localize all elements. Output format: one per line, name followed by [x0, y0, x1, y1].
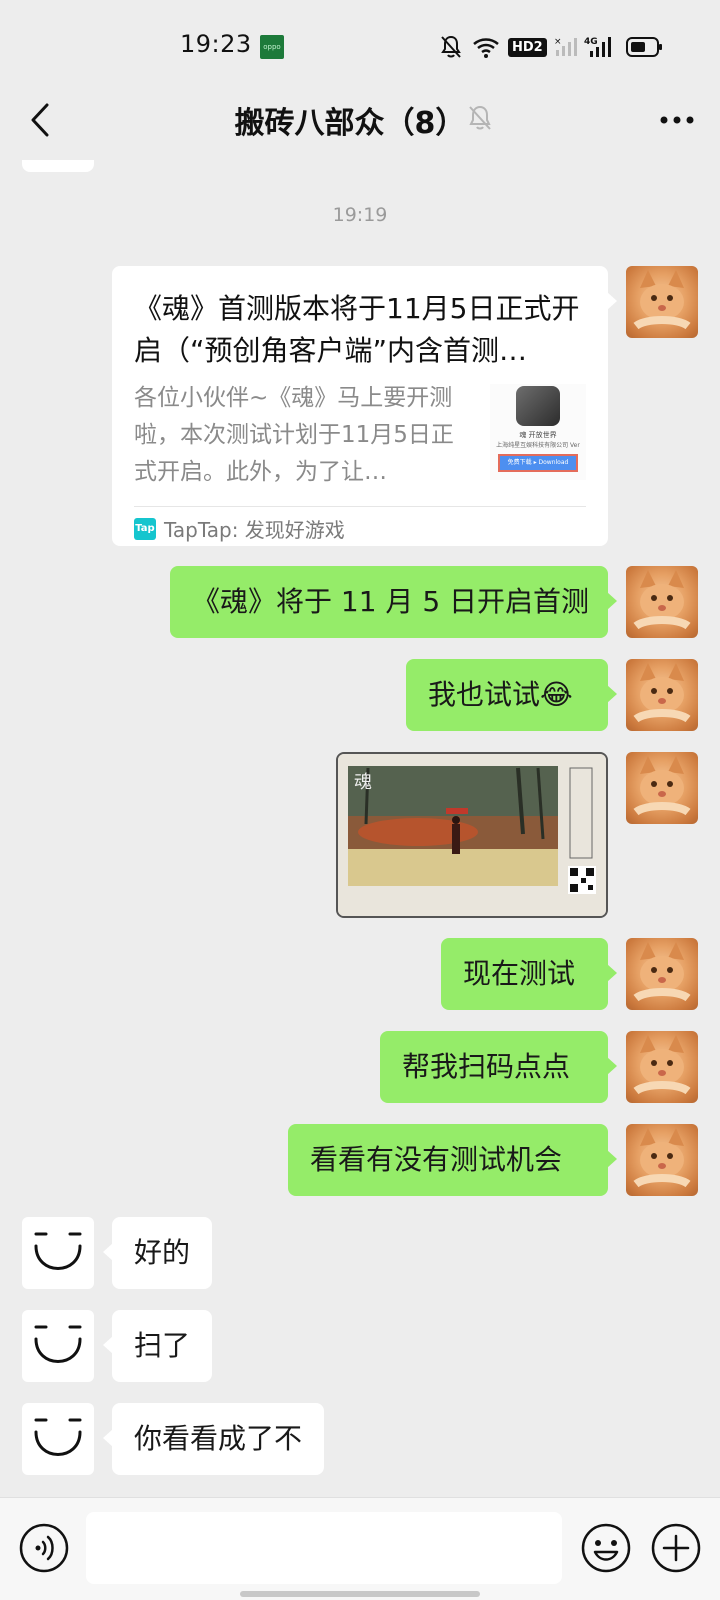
contact-avatar[interactable] — [22, 1403, 94, 1475]
link-card-source: Tap TapTap: 发现好游戏 — [134, 514, 345, 543]
svg-text:4G: 4G — [584, 37, 598, 47]
game-screenshot-image: 魂 — [338, 754, 606, 916]
more-dots-icon — [660, 116, 694, 124]
silent-bell-icon — [440, 34, 462, 60]
smiley-face-icon — [34, 1418, 82, 1456]
message-input[interactable] — [86, 1512, 562, 1584]
thumb-company: 上海纯星互娱科技有限公司 Ver — [496, 442, 580, 449]
carrier-badge: oppo — [260, 35, 284, 59]
outgoing-message[interactable]: 帮我扫码点点 — [380, 1031, 617, 1103]
chat-title: 搬砖八部众（8） — [234, 106, 466, 141]
image-message[interactable]: 魂 — [336, 752, 608, 918]
more-functions-button[interactable] — [650, 1522, 702, 1574]
more-button[interactable] — [652, 100, 702, 140]
incoming-message[interactable]: 你看看成了不 — [102, 1403, 325, 1475]
game-app-icon — [516, 386, 560, 426]
cat-avatar-icon — [633, 570, 691, 630]
hd-voice-icon: HD2 — [508, 34, 547, 60]
time-separator: 19:19 — [332, 204, 388, 226]
smiley-face-icon — [34, 1232, 82, 1270]
wifi-icon — [472, 34, 500, 60]
cat-avatar-icon — [633, 1128, 691, 1188]
cat-avatar-icon — [633, 942, 691, 1002]
wechat-chat-screen: 19:23 oppo HD2 × 4G 搬砖八部众（8） 19:19 《魂》首测… — [0, 0, 720, 1600]
signal-sim1-icon: × — [554, 34, 578, 60]
input-bar — [0, 1497, 720, 1600]
link-card-thumbnail: 魂 开放世界 上海纯星互娱科技有限公司 Ver 免费下载 ▸ Download — [490, 384, 586, 480]
contact-avatar[interactable] — [22, 1217, 94, 1289]
my-avatar[interactable] — [626, 1031, 698, 1103]
link-card-title: 《魂》首测版本将于11月5日正式开启（“预创角客户端”内含首测… — [134, 292, 580, 367]
home-indicator[interactable] — [240, 1591, 480, 1597]
link-card-source-label: TapTap: 发现好游戏 — [164, 518, 345, 542]
my-avatar[interactable] — [626, 659, 698, 731]
status-time: 19:23 — [180, 30, 252, 58]
clipped-message-bubble — [22, 160, 94, 172]
cat-avatar-icon — [633, 756, 691, 816]
incoming-message[interactable]: 好的 — [102, 1217, 213, 1289]
message-list[interactable]: 19:19 《魂》首测版本将于11月5日正式开启（“预创角客户端”内含首测… 各… — [0, 160, 720, 1497]
emoji-button[interactable] — [580, 1522, 632, 1574]
taptap-logo-icon: Tap — [134, 517, 156, 540]
outgoing-message[interactable]: 看看有没有测试机会 — [288, 1124, 617, 1196]
status-bar: 19:23 oppo HD2 × 4G — [0, 0, 720, 80]
svg-text:魂: 魂 — [354, 772, 372, 793]
emoji-icon — [581, 1523, 631, 1573]
my-avatar[interactable] — [626, 752, 698, 824]
incoming-message[interactable]: 扫了 — [102, 1310, 213, 1382]
thumb-download-button: 免费下载 ▸ Download — [498, 454, 578, 472]
my-avatar[interactable] — [626, 566, 698, 638]
my-avatar[interactable] — [626, 1124, 698, 1196]
my-avatar[interactable] — [626, 266, 698, 338]
smiley-face-icon — [34, 1325, 82, 1363]
thumb-caption: 魂 开放世界 — [519, 431, 557, 439]
my-avatar[interactable] — [626, 938, 698, 1010]
cat-avatar-icon — [633, 270, 691, 330]
voice-button[interactable] — [18, 1522, 70, 1574]
outgoing-message[interactable]: 我也试试😂 — [406, 659, 617, 731]
link-card-description: 各位小伙伴~《魂》马上要开测啦，本次测试计划于11月5日正式开启。此外，为了让… — [134, 385, 454, 485]
plus-icon — [651, 1523, 701, 1573]
chat-header: 搬砖八部众（8） — [0, 80, 720, 160]
link-card-message[interactable]: 《魂》首测版本将于11月5日正式开启（“预创角客户端”内含首测… 各位小伙伴~《… — [112, 266, 617, 546]
cat-avatar-icon — [633, 663, 691, 723]
bell-off-icon — [467, 104, 493, 136]
outgoing-message[interactable]: 现在测试 — [441, 938, 617, 1010]
link-card-divider — [134, 506, 586, 507]
signal-4g-icon: 4G — [584, 34, 614, 60]
cat-avatar-icon — [633, 1035, 691, 1095]
voice-icon — [19, 1523, 69, 1573]
contact-avatar[interactable] — [22, 1310, 94, 1382]
svg-text:×: × — [554, 37, 562, 47]
battery-icon — [626, 34, 664, 60]
outgoing-message[interactable]: 《魂》将于 11 月 5 日开启首测 — [170, 566, 617, 638]
